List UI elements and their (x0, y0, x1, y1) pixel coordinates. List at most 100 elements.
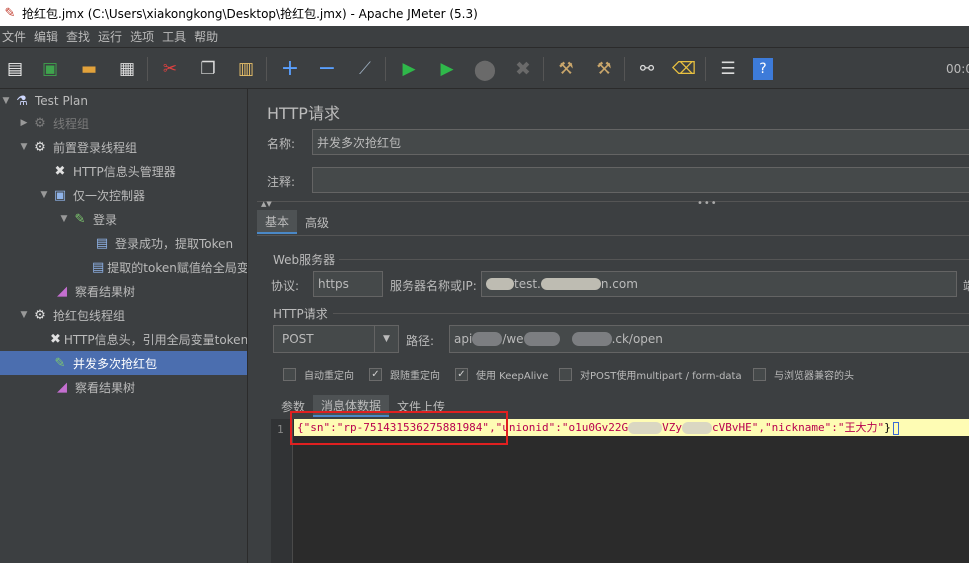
collapsed-arrow-icon[interactable]: ▶ (18, 118, 30, 128)
reset-search-icon[interactable]: ⌫ (671, 56, 697, 82)
new-icon[interactable]: ▤ (2, 56, 28, 82)
tree-item-login-thread-group[interactable]: ▼ ⚙ 前置登录线程组 (0, 135, 247, 159)
clear-icon[interactable]: ⚒ (553, 56, 579, 82)
expand-arrow-icon[interactable]: ▼ (38, 190, 50, 200)
tree-item-assign-token[interactable]: ▤ 提取的token赋值给全局变 (0, 255, 247, 279)
expand-arrow-icon[interactable]: ▼ (18, 142, 30, 152)
splitter-grip-icon[interactable]: ••• (697, 198, 718, 209)
tools-icon: ✖ (54, 163, 66, 179)
text-cursor (892, 421, 899, 435)
extractor-icon: ▤ (95, 235, 109, 251)
menu-run[interactable]: 运行 (98, 28, 128, 45)
multipart-checkbox[interactable]: 对POST使用multipart / form-data (559, 367, 742, 382)
test-plan-tree: ▼ ⚗ Test Plan ▶ ⚙ 线程组 ▼ ⚙ 前置登录线程组 ✖ HTTP… (0, 89, 248, 563)
tree-item-grab-red-packet[interactable]: ✎ 并发多次抢红包 (0, 351, 247, 375)
menu-search[interactable]: 查找 (66, 28, 96, 45)
protocol-input[interactable]: https (313, 271, 383, 297)
name-input[interactable]: 并发多次抢红包 (312, 129, 969, 155)
tree-item-header-manager[interactable]: ✖ HTTP信息头管理器 (0, 159, 247, 183)
tools-icon: ✖ (50, 331, 61, 347)
config-tabs: 基本 高级 (257, 210, 337, 234)
checkmark-icon[interactable]: ✓ (455, 368, 468, 381)
chart-icon: ◢ (57, 283, 67, 299)
comment-input[interactable] (312, 167, 969, 193)
expand-arrow-icon[interactable]: ▼ (18, 310, 30, 320)
path-label: 路径: (406, 334, 435, 348)
help-icon[interactable]: ? (753, 58, 773, 80)
stop-icon[interactable]: ⬤ (472, 56, 498, 82)
body-nickname: cVBvHE","nickname":"王大力" (712, 421, 885, 434)
open-icon[interactable]: ▬ (76, 56, 102, 82)
toggle-icon[interactable]: ⟋ (352, 56, 378, 82)
tab-advanced[interactable]: 高级 (297, 210, 337, 234)
splitter[interactable]: ▲▼ ••• (257, 198, 969, 209)
menu-options[interactable]: 选项 (130, 28, 160, 45)
tree-item-once-controller[interactable]: ▼ ▣ 仅一次控制器 (0, 183, 247, 207)
templates-icon[interactable]: ▣ (37, 56, 63, 82)
expand-icon[interactable]: + (277, 56, 303, 82)
save-icon[interactable]: ▦ (114, 56, 140, 82)
menu-help[interactable]: 帮助 (194, 28, 224, 45)
menu-edit[interactable]: 编辑 (34, 28, 64, 45)
browser-headers-checkbox[interactable]: 与浏览器兼容的头 (753, 367, 854, 382)
auto-redirect-checkbox[interactable]: 自动重定向 (283, 367, 354, 382)
start-no-pause-icon[interactable]: ▶ (434, 56, 460, 82)
expand-arrow-icon[interactable]: ▼ (0, 96, 12, 106)
http-request-panel: HTTP请求 名称: 并发多次抢红包 注释: ▲▼ ••• 基本 高级 Web服… (249, 89, 969, 563)
clear-all-icon[interactable]: ⚒ (591, 56, 617, 82)
checkbox-box[interactable] (283, 368, 296, 381)
tree-item-thread-group[interactable]: ▶ ⚙ 线程组 (0, 111, 247, 135)
search-icon[interactable]: ⚯ (634, 56, 660, 82)
elapsed-time: 00:0 (946, 62, 969, 76)
checkbox-box[interactable] (753, 368, 766, 381)
checkbox-box[interactable] (559, 368, 572, 381)
annotation-highlight-box (290, 411, 508, 445)
flask-icon: ⚗ (16, 93, 28, 109)
paste-icon[interactable]: ▥ (233, 56, 259, 82)
tab-basic[interactable]: 基本 (257, 210, 298, 234)
start-icon[interactable]: ▶ (396, 56, 422, 82)
chart-icon: ◢ (57, 379, 67, 395)
keepalive-checkbox[interactable]: ✓ 使用 KeepAlive (455, 367, 548, 382)
comment-label: 注释: (267, 175, 296, 189)
function-helper-icon[interactable]: ☰ (715, 56, 741, 82)
controller-icon: ▣ (53, 187, 67, 203)
name-label: 名称: (267, 137, 296, 151)
tree-item-header-token[interactable]: ✖ HTTP信息头，引用全局变量token (0, 327, 247, 351)
port-label: 端 (963, 277, 969, 294)
menu-file[interactable]: 文件 (2, 28, 32, 45)
title-bar: ✎ 抢红包.jmx (C:\Users\xiakongkong\Desktop\… (0, 0, 969, 26)
copy-icon[interactable]: ❐ (195, 56, 221, 82)
web-server-group-label: Web服务器 (273, 253, 336, 267)
protocol-label: 协议: (271, 279, 300, 293)
tree-item-test-plan[interactable]: ▼ ⚗ Test Plan (0, 89, 247, 113)
server-label: 服务器名称或IP: (390, 279, 477, 293)
collapse-icon[interactable]: − (314, 56, 340, 82)
menu-tools[interactable]: 工具 (162, 28, 192, 45)
method-select[interactable]: POST ▼ (273, 325, 399, 353)
pipette-icon: ✎ (54, 355, 66, 371)
extractor-icon: ▤ (92, 259, 105, 275)
server-input[interactable]: test. n.com (481, 271, 957, 297)
tree-item-result-tree-2[interactable]: ◢ 察看结果树 (0, 375, 247, 399)
panel-title: HTTP请求 (267, 104, 340, 123)
http-request-group-label: HTTP请求 (273, 307, 328, 321)
pipette-icon: ✎ (74, 211, 86, 227)
splitter-arrows-icon[interactable]: ▲▼ (261, 200, 272, 208)
tree-item-extract-token[interactable]: ▤ 登录成功，提取Token (0, 231, 247, 255)
menu-bar: 文件 编辑 查找 运行 选项 工具 帮助 (0, 26, 969, 48)
cut-icon[interactable]: ✂ (157, 56, 183, 82)
gear-icon: ⚙ (34, 139, 46, 155)
tree-item-red-packet-thread-group[interactable]: ▼ ⚙ 抢红包线程组 (0, 303, 247, 327)
checkmark-icon[interactable]: ✓ (369, 368, 382, 381)
line-number: 1 (277, 423, 284, 436)
tree-item-login[interactable]: ▼ ✎ 登录 (0, 207, 247, 231)
path-input[interactable]: api /we .ck/open (449, 325, 969, 353)
tree-item-result-tree[interactable]: ◢ 察看结果树 (0, 279, 247, 303)
follow-redirect-checkbox[interactable]: ✓ 跟随重定向 (369, 367, 440, 382)
shutdown-icon[interactable]: ✖ (510, 56, 536, 82)
chevron-down-icon[interactable]: ▼ (374, 326, 398, 352)
body-unionid: ,"unionid":"o1u0Gv22G (489, 421, 629, 434)
window-title: 抢红包.jmx (C:\Users\xiakongkong\Desktop\抢红… (22, 6, 478, 21)
expand-arrow-icon[interactable]: ▼ (58, 214, 70, 224)
